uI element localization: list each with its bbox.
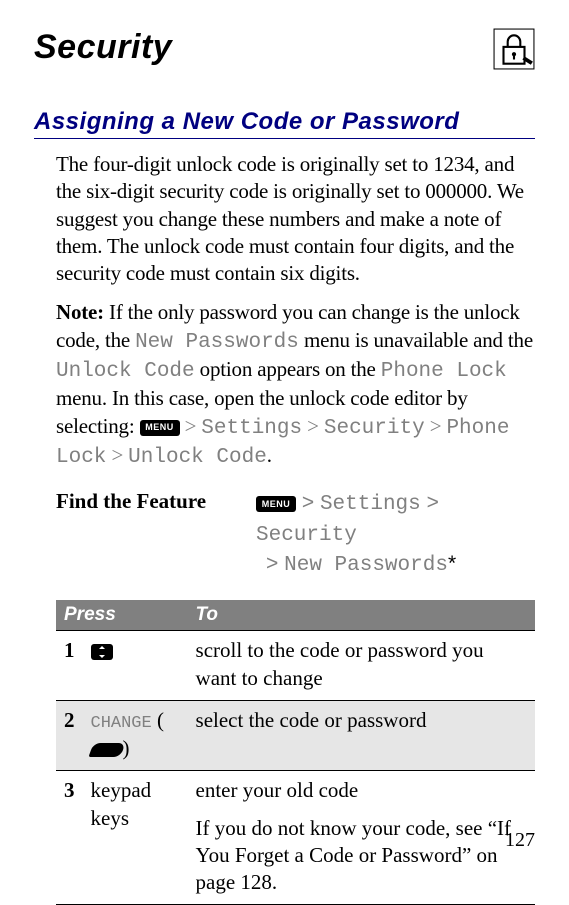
- section-heading: Assigning a New Code or Password: [34, 108, 535, 139]
- menu-key-icon: MENU: [256, 496, 296, 512]
- lock-icon: [493, 28, 535, 70]
- table-row: 1 scroll to the code or password you wan…: [56, 631, 535, 701]
- to-cell: scroll to the code or password you want …: [188, 631, 535, 701]
- menu-key-icon: MENU: [140, 420, 180, 436]
- page-title: Security: [34, 28, 172, 67]
- col-press: Press: [56, 600, 188, 631]
- steps-table: Press To 1 scroll to the code or passwor…: [56, 600, 535, 905]
- find-the-feature: Find the Feature MENU > Settings > Secur…: [34, 489, 535, 580]
- press-cell: [83, 631, 188, 701]
- table-row: 3 keypad keys enter your old code If you…: [56, 771, 535, 905]
- feature-label: Find the Feature: [56, 489, 256, 580]
- menu-ref-phone-lock: Phone Lock: [381, 360, 507, 383]
- step-number: 2: [56, 700, 83, 770]
- page-number: 127: [505, 829, 535, 852]
- menu-ref-new-passwords: New Passwords: [135, 331, 299, 354]
- col-to: To: [188, 600, 535, 631]
- menu-ref-unlock-code: Unlock Code: [56, 360, 195, 383]
- nav-key-icon: [91, 644, 113, 660]
- note-label: Note:: [56, 300, 104, 324]
- feature-path: MENU > Settings > Security > New Passwor…: [256, 489, 535, 580]
- to-cell: enter your old code If you do not know y…: [188, 771, 535, 905]
- table-header: Press To: [56, 600, 535, 631]
- step-number: 1: [56, 631, 83, 701]
- table-row: 2 CHANGE () select the code or password: [56, 700, 535, 770]
- change-label: CHANGE: [91, 714, 152, 733]
- press-cell: CHANGE (): [83, 700, 188, 770]
- step-number: 3: [56, 771, 83, 905]
- note-paragraph: Note: If the only password you can chang…: [34, 299, 535, 471]
- press-cell: keypad keys: [83, 771, 188, 905]
- intro-paragraph: The four-digit unlock code is originally…: [34, 151, 535, 287]
- soft-key-icon: [88, 743, 125, 757]
- to-cell: select the code or password: [188, 700, 535, 770]
